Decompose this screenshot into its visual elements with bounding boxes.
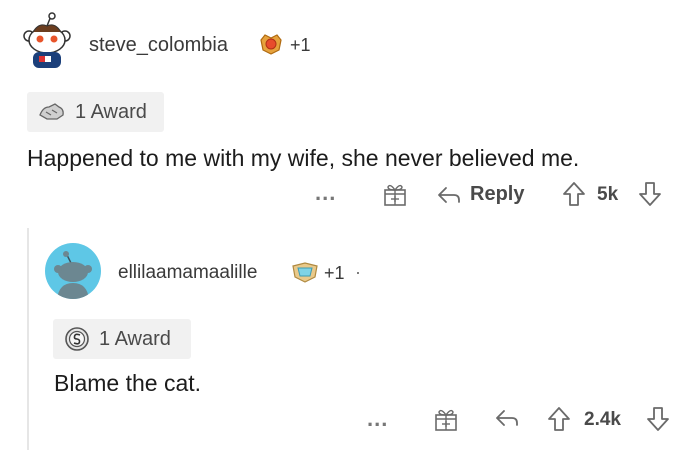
- username[interactable]: steve_colombia: [89, 34, 228, 57]
- reply-icon: [438, 186, 460, 203]
- upvote-icon[interactable]: [562, 181, 586, 212]
- comment-body: Blame the cat.: [54, 370, 202, 396]
- downvote-icon[interactable]: [646, 406, 670, 437]
- reply-label: Reply: [470, 183, 525, 205]
- award-chip[interactable]: 1 Award: [27, 92, 164, 132]
- vote-count: 2.4k: [584, 409, 621, 430]
- avatar[interactable]: [45, 243, 101, 299]
- flair-icon: [257, 32, 285, 61]
- comment-actions: ... Reply 5k: [0, 178, 700, 210]
- award-chip[interactable]: 1 Award: [53, 319, 191, 359]
- more-options-button[interactable]: ...: [315, 180, 336, 206]
- flair-icon: [290, 260, 320, 289]
- reply-icon: [496, 410, 518, 426]
- more-options-button[interactable]: ...: [367, 406, 388, 432]
- give-award-icon[interactable]: [433, 406, 459, 437]
- award-label: 1 Award: [75, 100, 147, 123]
- upvote-icon[interactable]: [547, 406, 571, 437]
- award-icon: [37, 101, 67, 123]
- reply-button[interactable]: Reply: [436, 183, 524, 206]
- username[interactable]: ellilaamamaalille: [118, 262, 257, 284]
- reply-button[interactable]: [494, 408, 520, 433]
- award-label: 1 Award: [99, 327, 171, 350]
- give-award-icon[interactable]: [382, 181, 408, 212]
- comment-body: Happened to me with my wife, she never b…: [27, 145, 580, 171]
- separator-dot: ·: [355, 262, 361, 282]
- avatar[interactable]: [19, 12, 75, 68]
- downvote-icon[interactable]: [638, 181, 662, 212]
- vote-count: 5k: [597, 184, 619, 205]
- comment-actions: ... 2.4k: [0, 403, 700, 435]
- flair-count: +1: [324, 263, 345, 283]
- award-icon: [63, 326, 91, 352]
- flair-count: +1: [290, 35, 311, 55]
